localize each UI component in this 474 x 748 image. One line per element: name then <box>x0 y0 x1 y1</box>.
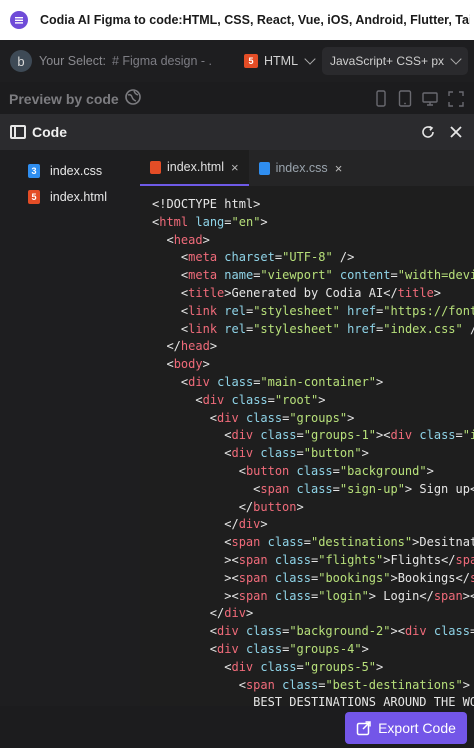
export-icon <box>356 721 371 736</box>
code-line: <div class="background-2"><div class= <box>209 624 474 639</box>
code-editor[interactable]: index.html × index.css × <!DOCTYPE html>… <box>140 150 474 706</box>
export-code-button[interactable]: Export Code <box>345 712 467 744</box>
framework-select-value: HTML <box>264 54 299 68</box>
code-line: <meta charset="UTF-8" /> <box>180 250 355 265</box>
preview-label: Preview by code <box>9 91 119 107</box>
code-line: <meta name="viewport" content="width=dev… <box>180 268 474 283</box>
figma-hash-icon: # <box>111 54 119 68</box>
footer-bar: Export Code <box>0 706 474 748</box>
preview-bar: Preview by code <box>0 84 474 114</box>
codia-logo-icon <box>10 11 28 29</box>
css3-icon <box>28 164 40 178</box>
html5-icon <box>244 54 258 68</box>
code-line: ><span class="flights">Flights</spa <box>152 552 474 567</box>
code-line: BEST DESTINATIONS AROUND THE WO <box>152 695 474 706</box>
close-tab-icon[interactable]: × <box>231 160 239 175</box>
selected-design-label: Figma design - ... <box>122 54 212 68</box>
close-tab-icon[interactable]: × <box>335 161 343 176</box>
chevron-down-icon <box>304 53 316 65</box>
code-line: <div class="groups"> <box>209 410 355 425</box>
code-line: <span class="destinations">Desitnat <box>224 535 474 550</box>
chevron-down-icon <box>450 53 462 65</box>
avatar[interactable]: b <box>10 50 32 72</box>
code-line: <div class="main-container"> <box>180 374 384 389</box>
tab-index-css[interactable]: index.css × <box>249 150 353 186</box>
tab-label: index.html <box>167 160 224 174</box>
code-line: <link rel="stylesheet" href="https://fon… <box>180 303 474 318</box>
editor-tabs: index.html × index.css × <box>140 150 474 186</box>
code-line: <div class="groups-4"> <box>209 641 369 656</box>
code-line: <div class="button"> <box>224 446 369 461</box>
code-line: <title>Generated by Codia AI</title> <box>180 285 442 300</box>
close-icon[interactable] <box>448 124 464 145</box>
code-line: <span class="best-destinations"> <box>238 677 470 692</box>
framework-select[interactable]: HTML <box>238 47 318 75</box>
code-line: </head> <box>166 339 218 354</box>
code-panel: Code index.css index.html index.html × <box>0 114 474 706</box>
file-tree-item-index-html[interactable]: index.html <box>0 184 140 210</box>
code-line: </div> <box>224 517 268 532</box>
code-line: <span class="sign-up"> Sign up< <box>253 481 474 496</box>
html5-icon <box>28 190 40 204</box>
export-code-label: Export Code <box>378 720 456 736</box>
language-select[interactable]: JavaScript+ CSS+ px <box>322 47 468 75</box>
device-preview-icons <box>374 90 464 113</box>
panel-title: Code <box>32 124 67 140</box>
code-line: <!DOCTYPE html> <box>152 197 261 211</box>
mobile-icon[interactable] <box>374 90 388 113</box>
tab-label: index.css <box>275 161 328 175</box>
html5-icon <box>150 160 161 174</box>
selected-design-name[interactable]: # Figma design - ... <box>112 54 212 68</box>
code-line: <link rel="stylesheet" href="index.css" … <box>180 321 474 336</box>
code-line: <head> <box>166 232 210 247</box>
css3-icon <box>258 161 270 175</box>
code-line: <button class="background"> <box>238 463 434 478</box>
window-title: Codia AI Figma to code:HTML, CSS, React,… <box>40 13 470 27</box>
tablet-icon[interactable] <box>398 90 412 113</box>
refresh-icon[interactable] <box>420 124 436 145</box>
code-line: ><span class="login"> Login</span>< <box>152 588 474 603</box>
code-line: <div class="groups-5"> <box>224 659 384 674</box>
code-line: <div class="groups-1"><div class="in <box>224 428 474 443</box>
code-line: <div class="root"> <box>195 392 326 407</box>
file-tree: index.css index.html <box>0 150 140 706</box>
code-content[interactable]: <!DOCTYPE html> <html lang="en"> <head> <… <box>140 196 474 706</box>
file-tree-item-index-css[interactable]: index.css <box>0 158 140 184</box>
sidebar-layout-icon <box>10 125 26 139</box>
fullscreen-icon[interactable] <box>448 90 464 113</box>
globe-icon[interactable] <box>124 88 141 110</box>
language-select-value: JavaScript+ CSS+ px <box>330 54 445 68</box>
code-line: </button> <box>238 499 304 514</box>
your-select-label: Your Select: <box>39 54 106 68</box>
tab-index-html[interactable]: index.html × <box>140 150 249 186</box>
top-toolbar: b Your Select: # Figma design - ... HTML… <box>0 40 474 82</box>
code-line: ><span class="bookings">Bookings</s <box>152 570 474 585</box>
desktop-icon[interactable] <box>422 90 438 113</box>
code-line: </div> <box>209 606 254 621</box>
file-name: index.css <box>50 164 103 178</box>
code-panel-header: Code <box>0 114 474 150</box>
code-line: <html lang="en"> <box>152 214 268 229</box>
window-titlebar: Codia AI Figma to code:HTML, CSS, React,… <box>0 0 474 40</box>
file-name: index.html <box>50 190 107 204</box>
code-line: <body> <box>166 357 210 372</box>
